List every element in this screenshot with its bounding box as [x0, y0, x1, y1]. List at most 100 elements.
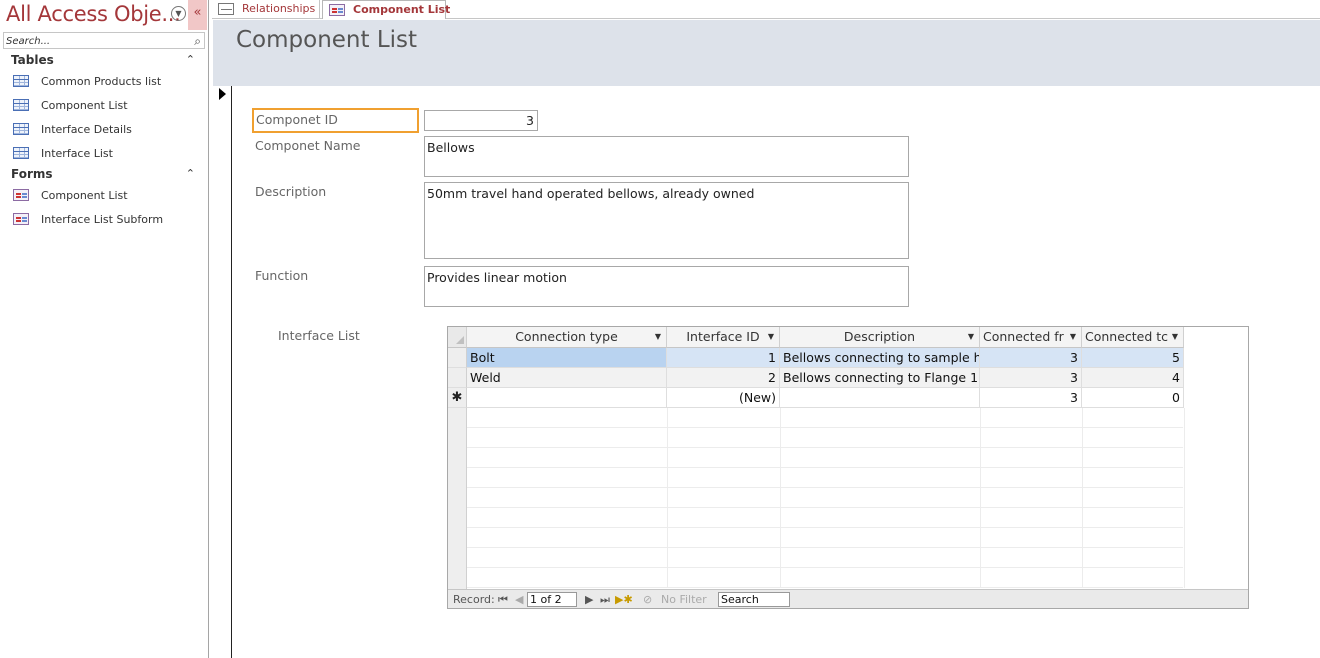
dropdown-arrow-icon[interactable]: ▼: [1070, 327, 1076, 347]
column-header-interface-id[interactable]: Interface ID ▼: [667, 327, 780, 348]
table-icon: [13, 99, 29, 111]
datasheet-search-field[interactable]: Search: [718, 592, 790, 607]
record-selector[interactable]: [213, 86, 232, 658]
new-record-marker-icon[interactable]: ✱: [448, 388, 467, 408]
component-id-field[interactable]: 3: [424, 110, 538, 131]
dropdown-arrow-icon[interactable]: ▼: [1172, 327, 1178, 347]
description-field[interactable]: 50mm travel hand operated bellows, alrea…: [424, 182, 909, 259]
table-icon: [13, 75, 29, 87]
cell-connection-type[interactable]: Bolt: [467, 348, 667, 368]
first-record-button[interactable]: ⏮: [498, 593, 508, 607]
row-selector[interactable]: [448, 368, 467, 388]
collapse-icon[interactable]: ⌃: [186, 53, 195, 66]
empty-grid-row: [467, 448, 1183, 468]
group-label: Forms: [11, 167, 53, 181]
component-id-label: Componet ID: [252, 108, 419, 133]
filter-icon: ⊘: [643, 593, 653, 606]
record-navigation-bar: Record: ⏮ ◀ 1 of 2 ▶ ⏭ ▶✱ ⊘ No Filter Se…: [448, 589, 1248, 608]
cell-connection-type[interactable]: [467, 388, 667, 408]
cell-description[interactable]: [780, 388, 980, 408]
navigation-search-input[interactable]: [6, 34, 186, 48]
empty-grid-row: [467, 408, 1183, 428]
dropdown-arrow-icon[interactable]: ▼: [968, 327, 974, 347]
column-header-connected-from[interactable]: Connected fr ▼: [980, 327, 1082, 348]
previous-record-button[interactable]: ◀: [515, 593, 523, 606]
cell-connected-to[interactable]: 5: [1082, 348, 1184, 368]
column-header-label: Description: [843, 329, 916, 344]
function-field[interactable]: Provides linear motion: [424, 266, 909, 307]
group-label: Tables: [11, 53, 54, 67]
cell-connected-from[interactable]: 3: [980, 368, 1082, 388]
cell-connected-to[interactable]: 4: [1082, 368, 1184, 388]
cell-interface-id[interactable]: 2: [667, 368, 780, 388]
new-record-button[interactable]: ▶✱: [615, 593, 633, 606]
nav-item-label: Interface List Subform: [41, 213, 164, 226]
column-header-label: Connected fr: [983, 329, 1064, 344]
cell-interface-id[interactable]: (New): [667, 388, 780, 408]
table-icon: [13, 147, 29, 159]
cell-interface-id[interactable]: 1: [667, 348, 780, 368]
tab-label: Component List: [353, 3, 451, 16]
nav-item-common-products-list[interactable]: Common Products list: [13, 73, 203, 93]
navigation-pane-title[interactable]: All Access Obje...: [6, 2, 181, 26]
dropdown-arrow-icon[interactable]: ▼: [768, 327, 774, 347]
cell-description[interactable]: Bellows connecting to sample h: [780, 348, 980, 368]
cell-connected-from[interactable]: 3: [980, 388, 1082, 408]
next-record-button[interactable]: ▶: [585, 593, 593, 606]
nav-item-component-list-table[interactable]: Component List: [13, 97, 203, 117]
tab-relationships[interactable]: Relationships: [212, 0, 320, 19]
nav-item-label: Component List: [41, 99, 128, 112]
column-header-label: Interface ID: [686, 329, 760, 344]
cell-connected-to[interactable]: 0: [1082, 388, 1184, 408]
empty-grid-row: [467, 488, 1183, 508]
function-label: Function: [255, 268, 309, 283]
grid-divider: [980, 408, 981, 588]
cell-connection-type[interactable]: Weld: [467, 368, 667, 388]
description-label: Description: [255, 184, 327, 199]
column-header-connected-to[interactable]: Connected tc ▼: [1082, 327, 1184, 348]
row-selector[interactable]: [448, 348, 467, 368]
grid-divider: [667, 408, 668, 588]
no-filter-indicator[interactable]: No Filter: [661, 593, 707, 606]
relationships-icon: [218, 3, 234, 15]
group-header-forms[interactable]: Forms ⌃: [11, 167, 201, 185]
form-header: Component List: [213, 20, 1320, 86]
empty-grid-row: [467, 568, 1183, 588]
column-header-label: Connected tc: [1085, 329, 1169, 344]
nav-item-interface-list-subform[interactable]: Interface List Subform: [13, 211, 203, 231]
nav-item-label: Interface Details: [41, 123, 132, 136]
form-icon: [13, 189, 29, 201]
document-tabs: Relationships Component List: [212, 0, 1320, 19]
nav-item-interface-list[interactable]: Interface List: [13, 145, 203, 165]
nav-item-label: Component List: [41, 189, 128, 202]
navigation-pane-header: All Access Obje... ▼ «: [0, 0, 209, 30]
nav-item-interface-details[interactable]: Interface Details: [13, 121, 203, 141]
tab-component-list[interactable]: Component List: [322, 0, 450, 19]
cell-connected-from[interactable]: 3: [980, 348, 1082, 368]
current-record-field[interactable]: 1 of 2: [527, 592, 577, 607]
dropdown-arrow-icon[interactable]: ▼: [655, 327, 661, 347]
grid-divider: [780, 408, 781, 588]
collapse-icon[interactable]: ⌃: [186, 167, 195, 180]
column-header-connection-type[interactable]: Connection type ▼: [467, 327, 667, 348]
column-header-description[interactable]: Description ▼: [780, 327, 980, 348]
empty-grid-row: [467, 528, 1183, 548]
chevron-down-icon[interactable]: ▼: [171, 6, 186, 21]
navigation-pane: All Access Obje... ▼ « ⌕ Tables ⌃ Common…: [0, 0, 209, 658]
grid-divider: [1184, 408, 1185, 588]
last-record-button[interactable]: ⏭: [600, 593, 610, 607]
nav-item-component-list-form[interactable]: Component List: [13, 187, 203, 207]
form-icon: [13, 213, 29, 225]
shutter-bar-close-button[interactable]: «: [188, 0, 207, 30]
empty-grid-row: [467, 548, 1183, 568]
select-all-button[interactable]: [448, 327, 467, 348]
nav-item-label: Interface List: [41, 147, 113, 160]
cell-description[interactable]: Bellows connecting to Flange 1: [780, 368, 980, 388]
search-icon[interactable]: ⌕: [194, 34, 201, 49]
component-name-field[interactable]: Bellows: [424, 136, 909, 177]
empty-grid-row: [467, 508, 1183, 528]
record-label: Record:: [453, 593, 495, 606]
navigation-search-box: ⌕: [3, 32, 205, 49]
component-name-label: Componet Name: [255, 138, 361, 153]
group-header-tables[interactable]: Tables ⌃: [11, 53, 201, 71]
